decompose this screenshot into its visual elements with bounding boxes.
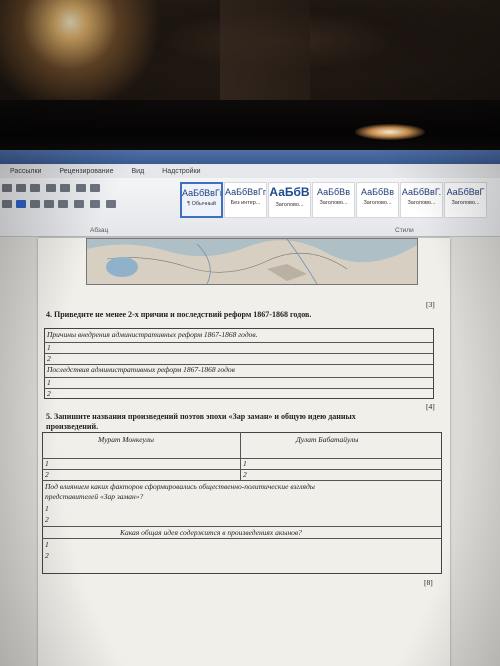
divider [44, 377, 434, 378]
title-bar [0, 150, 500, 164]
q5-answer2-row1: 1 [45, 540, 49, 549]
score-q5: [8] [424, 578, 433, 587]
tab-view[interactable]: Вид [127, 168, 158, 175]
tab-addins[interactable]: Надстройки [158, 168, 214, 175]
q5-question1-line1: Под влиянием каких факторов сформировали… [45, 482, 315, 491]
numbering-icon[interactable] [16, 184, 26, 192]
q5-col1-row1: 1 [45, 459, 49, 468]
map-drawing [87, 239, 417, 284]
align-right-icon[interactable] [44, 200, 54, 208]
q4-effect-2: 2 [47, 389, 51, 398]
q5-question2: Какая общая идея содержится в произведен… [120, 528, 302, 537]
paragraph-group-label: Абзац [90, 227, 109, 234]
map-image [86, 238, 418, 285]
q4-causes-header: Причины внедрения административных рефор… [47, 330, 258, 339]
score-q3: [3] [426, 300, 435, 309]
q4-effect-1: 1 [47, 378, 51, 387]
divider [44, 353, 434, 354]
ribbon-tabs: Рассылки Рецензирование Вид Надстройки [0, 164, 500, 178]
q5-col1-row2: 2 [45, 470, 49, 479]
tab-mailings[interactable]: Рассылки [6, 168, 55, 175]
highlight-icon[interactable] [2, 200, 12, 208]
align-left-icon[interactable] [16, 200, 26, 208]
document-page: [3] 4. Приведите не менее 2-х причин и п… [38, 238, 450, 666]
q4-cause-1: 1 [47, 343, 51, 352]
q4-cause-2: 2 [47, 354, 51, 363]
q5-title-line2: произведений. [46, 422, 99, 431]
q5-col2-header: Дулат Бабатайулы [296, 435, 359, 444]
style-heading-3[interactable]: АаБбВв Заголово... [356, 182, 399, 218]
bullets-icon[interactable] [2, 184, 12, 192]
align-center-icon[interactable] [30, 200, 40, 208]
ribbon: Абзац АаБбВвГг, ¶ Обычный АаБбВвГг, Без ин… [0, 178, 500, 237]
styles-gallery: АаБбВвГг, ¶ Обычный АаБбВвГг, Без интер...… [180, 182, 487, 218]
style-normal[interactable]: АаБбВвГг, ¶ Обычный [180, 182, 223, 218]
justify-icon[interactable] [58, 200, 68, 208]
divider [42, 469, 442, 470]
divider [42, 480, 442, 481]
word-window: Рассылки Рецензирование Вид Надстройки А… [0, 150, 500, 666]
styles-group-label: Стили [395, 227, 414, 234]
borders-icon[interactable] [106, 200, 116, 208]
style-no-spacing[interactable]: АаБбВвГг, Без интер... [224, 182, 267, 218]
divider [44, 388, 434, 389]
divider [44, 342, 434, 343]
q4-title: 4. Приведите не менее 2-х причин и после… [46, 310, 312, 319]
q5-table [42, 432, 442, 574]
tab-review[interactable]: Рецензирование [55, 168, 127, 175]
style-heading-1[interactable]: АаБбВ Заголово... [268, 182, 311, 218]
style-name: Заголово... [363, 200, 392, 206]
q5-title-line1: 5. Запишите названия произведений поэтов… [46, 412, 356, 421]
q5-answer1-row2: 2 [45, 515, 49, 524]
line-spacing-icon[interactable] [74, 200, 84, 208]
paragraph-group: Абзац [0, 178, 178, 236]
pilcrow-icon[interactable] [90, 184, 100, 192]
style-sample: АаБбВв [317, 187, 350, 197]
style-name: Заголово... [407, 200, 436, 206]
style-heading-2[interactable]: АаБбВв Заголово... [312, 182, 355, 218]
q5-answer2-row2: 2 [45, 551, 49, 560]
score-q4: [4] [426, 402, 435, 411]
q5-col1-header: Мурат Монкеулы [98, 435, 155, 444]
decrease-indent-icon[interactable] [46, 184, 56, 192]
divider [42, 458, 442, 459]
style-name: ¶ Обычный [187, 201, 216, 207]
style-heading-5[interactable]: АаБбВвГ Заголово... [444, 182, 487, 218]
increase-indent-icon[interactable] [60, 184, 70, 192]
light-reflection [355, 124, 425, 140]
style-sample: АаБбВвГг, [182, 188, 223, 198]
style-sample: АаБбВвГг, [225, 187, 267, 197]
style-heading-4[interactable]: АаБбВвГ. Заголово... [400, 182, 443, 218]
style-name: Заголово... [275, 202, 304, 208]
style-name: Без интер... [230, 200, 261, 206]
q5-answer1-row1: 1 [45, 504, 49, 513]
sort-icon[interactable] [76, 184, 86, 192]
q5-col2-row1: 1 [243, 459, 247, 468]
q5-col2-row2: 2 [243, 470, 247, 479]
style-name: Заголово... [319, 200, 348, 206]
style-sample: АаБбВвГ. [401, 187, 442, 197]
door [220, 0, 310, 105]
multilevel-list-icon[interactable] [30, 184, 40, 192]
style-sample: АаБбВвГ [446, 187, 485, 197]
room-background [0, 0, 500, 110]
style-sample: АаБбВв [361, 187, 394, 197]
style-sample: АаБбВ [269, 185, 310, 199]
divider [42, 538, 442, 539]
style-name: Заголово... [451, 200, 480, 206]
divider [42, 526, 442, 527]
q4-effects-header: Последствия административных реформ 1867… [47, 365, 235, 374]
q5-question1-line2: представителей «Зар заман»? [45, 492, 144, 501]
divider [240, 432, 241, 480]
shading-icon[interactable] [90, 200, 100, 208]
